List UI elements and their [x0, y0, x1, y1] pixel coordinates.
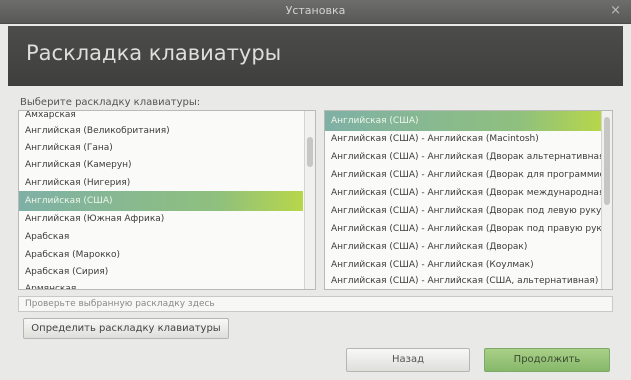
variant-list-scroll-thumb[interactable] [604, 117, 610, 205]
layout-list-scroll-thumb[interactable] [307, 137, 313, 167]
window-title: Установка [285, 4, 346, 17]
variant-list-item[interactable]: Английская (США) - Английская (Дворак дл… [325, 165, 602, 185]
variant-list-item[interactable]: Английская (США) - Английская (Дворак ал… [325, 147, 602, 167]
layout-list-item-selected[interactable]: Английская (США) [19, 191, 303, 211]
layout-list-scrollbar[interactable] [304, 111, 315, 289]
page-header: Раскладка клавиатуры [8, 26, 623, 86]
variant-list-item[interactable]: Английская (США) - Английская (Macintosh… [325, 129, 602, 149]
back-button[interactable]: Назад [346, 348, 470, 372]
variant-list-scrollbar[interactable] [601, 111, 612, 289]
page-title: Раскладка клавиатуры [26, 41, 282, 65]
layout-list-item[interactable]: Английская (Нигерия) [19, 173, 303, 193]
variant-list-item[interactable]: Английская (США) - Английская (Дворак ме… [325, 183, 602, 203]
close-icon[interactable]: × [610, 3, 621, 19]
variant-list-item-selected[interactable]: Английская (США) [325, 111, 602, 131]
variant-list[interactable]: Английская (США) Английская (США) - Англ… [324, 110, 613, 290]
continue-button[interactable]: Продолжить [484, 348, 610, 372]
variant-list-item[interactable]: Английская (США) - Английская (США, альт… [325, 271, 602, 289]
layout-list-item[interactable]: Английская (Южная Африка) [19, 209, 303, 229]
detect-layout-button[interactable]: Определить раскладку клавиатуры [23, 318, 229, 339]
layout-list[interactable]: Амхарская Английская (Великобритания) Ан… [18, 110, 316, 290]
variant-list-item[interactable]: Английская (США) - Английская (Дворак) [325, 237, 602, 257]
layout-prompt-label: Выберите раскладку клавиатуры: [20, 97, 201, 108]
layout-list-item[interactable]: Английская (Камерун) [19, 155, 303, 175]
variant-list-item[interactable]: Английская (США) - Английская (Дворак по… [325, 201, 602, 221]
layout-list-item[interactable]: Армянская [19, 279, 303, 289]
window-titlebar: Установка × [0, 0, 631, 24]
layout-list-item[interactable]: Арабская [19, 227, 303, 247]
layout-test-input[interactable] [18, 296, 613, 312]
variant-list-item[interactable]: Английская (США) - Английская (Дворак по… [325, 219, 602, 239]
